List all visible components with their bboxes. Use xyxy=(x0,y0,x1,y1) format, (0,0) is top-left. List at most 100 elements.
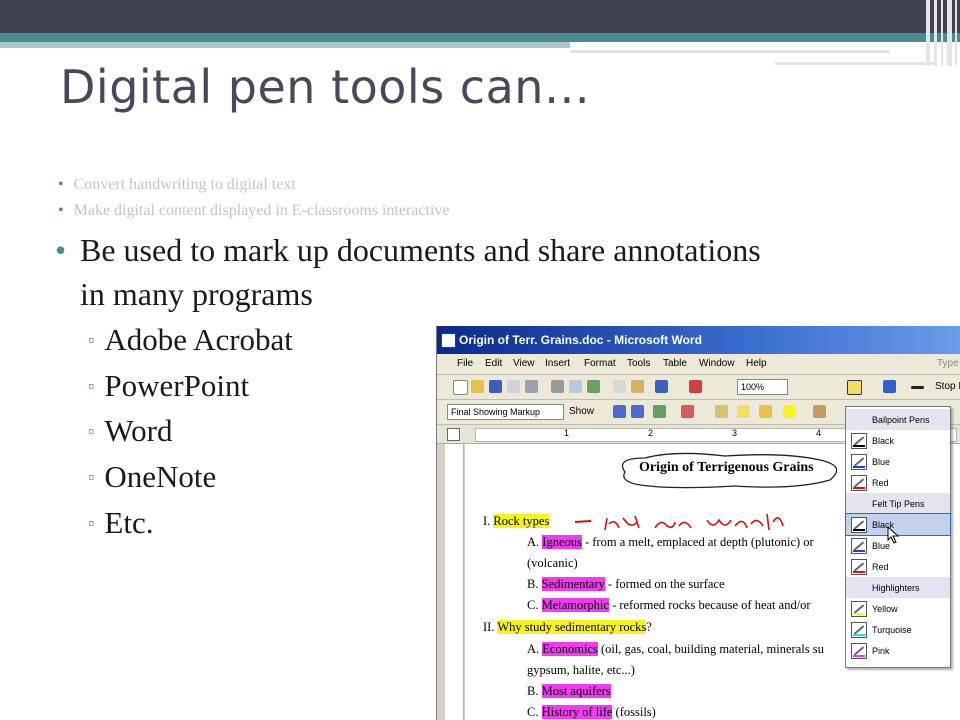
small-bullet-text: Convert handwriting to digital text xyxy=(73,176,296,193)
pen-color-swatch xyxy=(853,571,865,573)
print-preview-icon[interactable] xyxy=(569,380,582,393)
sub-bullet-marker: ▫ xyxy=(88,376,95,396)
previous-change-icon[interactable] xyxy=(613,405,626,418)
highlighted-text: Most aquifers xyxy=(541,684,611,698)
pen-color-icon[interactable] xyxy=(883,380,896,393)
pen-color-swatch xyxy=(853,445,865,447)
zoom-dropdown[interactable]: 100% xyxy=(737,379,788,395)
pen-menu-label: Felt Tip Pens xyxy=(872,499,925,509)
print-icon[interactable] xyxy=(551,380,564,393)
pen-menu-item[interactable]: Pink xyxy=(846,640,950,661)
copy-icon[interactable] xyxy=(613,380,626,393)
menu-edit[interactable]: Edit xyxy=(485,358,502,369)
reviewing-pane-icon[interactable] xyxy=(813,405,826,418)
menu-format[interactable]: Format xyxy=(584,358,616,369)
menu-help[interactable]: Help xyxy=(746,358,767,369)
new-document-icon[interactable] xyxy=(453,380,468,395)
pen-menu-item[interactable]: Black xyxy=(846,430,950,451)
pen-menu-label: Ballpoint Pens xyxy=(872,415,930,425)
sub-bullet-item: ▫ PowerPoint xyxy=(88,368,249,404)
paste-icon[interactable] xyxy=(631,380,644,393)
ruler-number: 3 xyxy=(732,428,738,438)
undo-icon[interactable] xyxy=(655,380,668,393)
type-question-box[interactable]: Type xyxy=(937,358,959,369)
list-number: B. xyxy=(527,577,539,591)
pen-menu-label: Red xyxy=(872,478,889,488)
pen-color-swatch xyxy=(853,634,865,636)
mouse-cursor-icon xyxy=(887,526,900,544)
ruler-number: 1 xyxy=(564,428,570,438)
menu-view[interactable]: View xyxy=(513,358,535,369)
document-title-cloud: Origin of Terrigenous Grains xyxy=(615,452,845,489)
pen-color-icon xyxy=(851,433,867,449)
pen-menu-header: Felt Tip Pens xyxy=(846,493,950,514)
track-changes-icon[interactable] xyxy=(759,405,772,418)
sub-bullet-item: ▫ OneNote xyxy=(88,459,216,495)
main-bullet: • Be used to mark up documents and share… xyxy=(55,228,775,316)
doc-text: ? xyxy=(646,620,652,634)
doc-line: (volcanic) xyxy=(527,556,578,570)
highlight-icon[interactable] xyxy=(783,405,796,418)
pen-menu-label: Blue xyxy=(872,457,891,467)
doc-line: C. Metamorphic - reformed rocks because … xyxy=(527,598,811,613)
doc-line: I. Rock types xyxy=(483,514,550,529)
doc-line: A. Economics (oil, gas, coal, building m… xyxy=(527,642,824,657)
document-title: Origin of Terrigenous Grains xyxy=(639,460,814,475)
sub-bullet-text: OneNote xyxy=(104,459,217,494)
pen-menu-label: Turquoise xyxy=(872,625,912,635)
accept-change-icon[interactable] xyxy=(653,405,666,418)
menu-insert[interactable]: Insert xyxy=(545,358,570,369)
sub-bullet-item: ▫ Etc. xyxy=(88,505,153,541)
light-teal-accent-bar xyxy=(0,42,570,48)
pen-menu-item[interactable]: Red xyxy=(846,556,950,577)
highlighted-text: History of life xyxy=(541,705,613,719)
pen-menu-label: Pink xyxy=(872,646,890,656)
tab-stop-selector-icon[interactable] xyxy=(447,428,460,441)
handwriting-ink xyxy=(574,513,784,531)
gray-accent-line-2 xyxy=(775,62,935,65)
sub-bullet-text: Word xyxy=(104,413,173,448)
sub-bullet-item: ▫ Adobe Acrobat xyxy=(88,322,293,358)
pen-menu-label: Black xyxy=(872,436,895,446)
pen-color-swatch xyxy=(853,613,865,615)
pen-color-swatch xyxy=(853,550,865,552)
open-folder-icon[interactable] xyxy=(471,380,484,393)
ink-comment-icon[interactable] xyxy=(737,405,750,418)
next-change-icon[interactable] xyxy=(631,405,644,418)
pen-menu-header: Highlighters xyxy=(846,577,950,598)
spelling-icon[interactable] xyxy=(587,380,600,393)
pen-menu-item[interactable]: Blue xyxy=(846,451,950,472)
email-icon[interactable] xyxy=(525,380,538,393)
pen-menu-header: Ballpoint Pens xyxy=(846,409,950,430)
bullet-marker: • xyxy=(55,232,67,268)
show-menu-button[interactable]: Show xyxy=(569,406,594,417)
permission-icon[interactable] xyxy=(507,380,520,393)
line-weight-icon[interactable] xyxy=(911,386,924,389)
pen-menu-item[interactable]: Yellow xyxy=(846,598,950,619)
ink-annotation-icon[interactable] xyxy=(689,380,702,393)
highlighted-text: Igneous xyxy=(542,535,582,549)
pen-style-icon[interactable] xyxy=(847,380,862,395)
save-icon[interactable] xyxy=(489,380,502,393)
sub-bullet-text: PowerPoint xyxy=(104,368,250,403)
stop-inking-button[interactable]: Stop I xyxy=(935,381,960,392)
menu-table[interactable]: Table xyxy=(663,358,687,369)
insert-comment-icon[interactable] xyxy=(715,405,728,418)
pen-color-icon xyxy=(851,475,867,491)
top-decorative-bar xyxy=(0,0,960,33)
menu-tools[interactable]: Tools xyxy=(627,358,650,369)
markup-mode-dropdown[interactable]: Final Showing Markup xyxy=(447,404,564,420)
doc-line: B. Most aquifers xyxy=(527,684,611,699)
pen-color-icon xyxy=(851,559,867,575)
pen-menu-label: Yellow xyxy=(872,604,898,614)
pen-menu-label: Red xyxy=(872,562,889,572)
list-number: A. xyxy=(527,642,540,656)
pen-color-icon xyxy=(851,643,867,659)
highlighted-text: Sedimentary xyxy=(541,577,605,591)
reject-change-icon[interactable] xyxy=(681,405,694,418)
pen-menu-item[interactable]: Red xyxy=(846,472,950,493)
bullet-marker: • xyxy=(58,176,64,193)
menu-window[interactable]: Window xyxy=(699,358,735,369)
menu-file[interactable]: File xyxy=(457,358,473,369)
pen-menu-item[interactable]: Turquoise xyxy=(846,619,950,640)
